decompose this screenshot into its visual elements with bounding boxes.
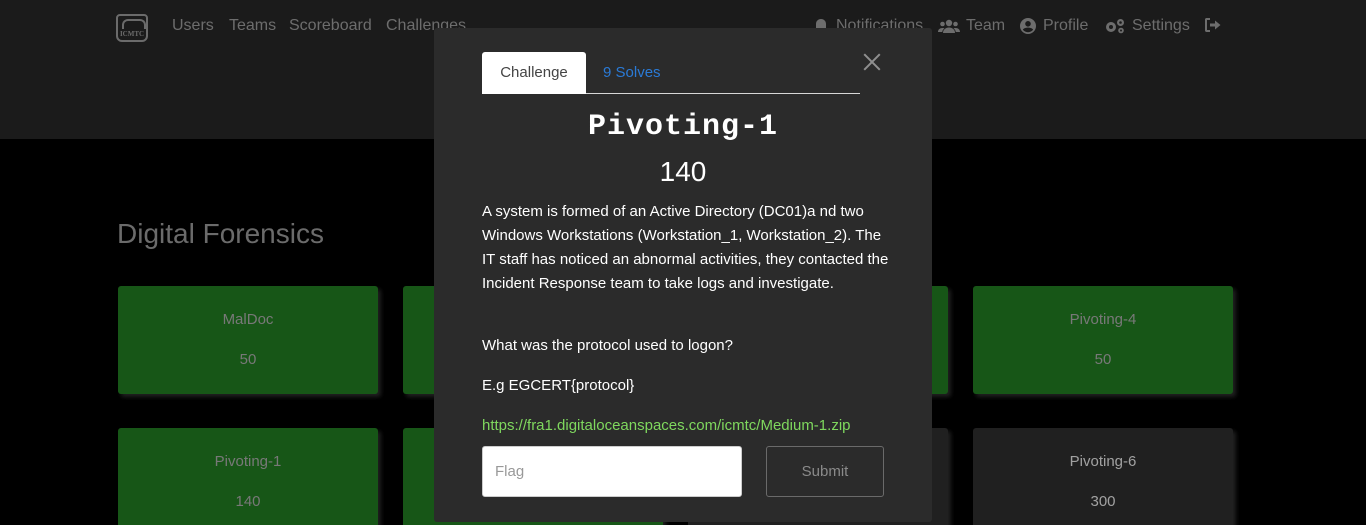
submit-button[interactable]: Submit <box>766 446 884 497</box>
modal-tabs: Challenge 9 Solves <box>482 52 860 94</box>
tab-challenge[interactable]: Challenge <box>482 52 586 94</box>
flag-input[interactable] <box>482 446 742 497</box>
challenge-question: What was the protocol used to logon? <box>482 337 733 354</box>
challenge-description: A system is formed of an Active Director… <box>482 203 889 292</box>
challenge-title: Pivoting-1 <box>587 110 779 144</box>
tab-solves[interactable]: 9 Solves <box>603 52 661 94</box>
challenge-value: 140 <box>659 156 707 187</box>
flag-format-example: E.g EGCERT{protocol} <box>482 377 635 394</box>
download-link[interactable]: https://fra1.digitaloceanspaces.com/icmt… <box>482 417 851 434</box>
close-icon[interactable] <box>863 53 881 71</box>
challenge-modal: Challenge 9 Solves Pivoting-1 140 A syst… <box>434 28 932 522</box>
